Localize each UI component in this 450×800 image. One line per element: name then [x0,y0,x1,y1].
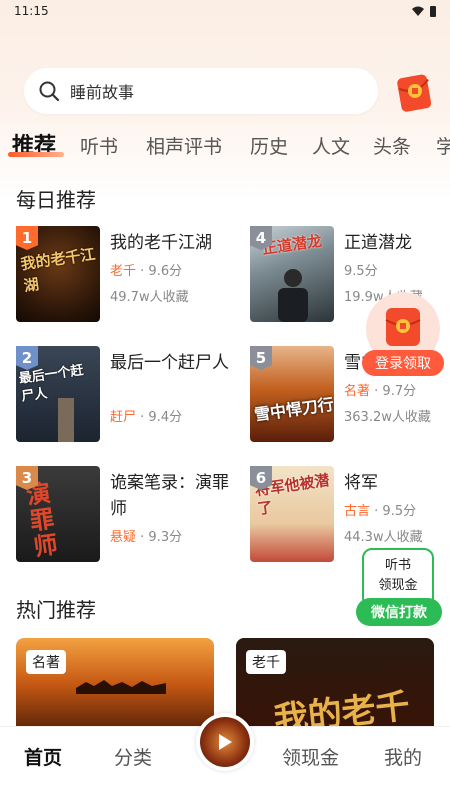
rank-number: 2 [21,349,33,367]
nav-home[interactable]: 首页 [24,743,62,770]
book-favorites: 44.3w人收藏 [344,530,423,545]
book-score: 9.3分 [148,530,183,545]
hot-recommend-title: 热门推荐 [16,598,96,622]
red-packet-icon[interactable] [395,72,435,112]
rank-badge: 4 [250,226,272,250]
book-score: 9.6分 [148,264,183,279]
mini-player[interactable] [196,713,254,771]
book-meta: 古言 · 9.5分 [344,504,417,519]
nav-category[interactable]: 分类 [114,743,152,770]
hot-card-tag: 名著 [26,650,66,674]
rank-badge: 3 [16,466,38,490]
search-icon [39,81,60,102]
rank-number: 6 [255,469,267,487]
hot-card-tag: 老千 [246,650,286,674]
book-title: 将军 [344,473,378,493]
horses-silhouette [76,680,166,694]
book-tag: 老千 [110,264,137,279]
book-favorites: 363.2w人收藏 [344,410,431,425]
book-meta: 名著 · 9.7分 [344,384,417,399]
wechat-line2: 领现金 [378,578,418,593]
rank-badge: 6 [250,466,272,490]
cover-title: 演罪师 [24,477,60,562]
red-packet-icon [385,308,421,346]
cover-title: 我的老千江湖 [19,245,97,296]
tab-crosstalk[interactable]: 相声评书 [146,132,222,159]
rank-number: 1 [21,229,33,247]
status-icons [412,5,436,17]
rank-number: 4 [255,229,267,247]
wifi-icon [412,6,424,16]
rank-badge: 1 [16,226,38,250]
hot-card[interactable]: 名著 [16,638,214,738]
hot-card[interactable]: 我的老千江湖 老千 [236,638,434,738]
login-claim-label: 登录领取 [362,350,444,376]
active-tab-indicator [8,152,64,157]
nav-earn-cash[interactable]: 领现金 [282,743,339,770]
book-title: 我的老千江湖 [110,233,212,253]
book-meta: 9.5分 [344,260,378,279]
play-icon [219,734,232,750]
wechat-cash-float[interactable]: 听书 领现金 微信打款 [356,548,442,628]
search-placeholder: 睡前故事 [70,83,135,102]
book-tag: 名著 [344,384,371,399]
wechat-line1: 听书 [384,558,411,573]
book-score: 9.4分 [148,410,183,425]
book-item[interactable]: 我的老千江湖 1 我的老千江湖 老千 · 9.6分 49.7w人收藏 [16,226,236,326]
book-tag: 赶尸 [110,410,137,425]
cover-title: 雪中悍刀行 [252,394,334,425]
login-redpack-float[interactable]: 登录领取 [362,292,444,382]
book-favorites: 49.7w人收藏 [110,290,189,305]
cover-figure [58,398,74,442]
tab-headlines[interactable]: 头条 [373,132,411,159]
book-meta: 赶尸 · 9.4分 [110,410,183,425]
book-item[interactable]: 最后一个赶尸人 2 最后一个赶尸人 赶尸 · 9.4分 [16,346,236,446]
rank-number: 3 [21,469,33,487]
book-title: 正道潜龙 [344,233,412,253]
bottom-nav: 首页 分类 领现金 我的 [0,713,450,800]
rank-number: 5 [255,349,267,367]
book-title: 最后一个赶尸人 [110,353,229,373]
rank-badge: 5 [250,346,272,370]
tab-study[interactable]: 学 [436,132,450,159]
book-tag: 悬疑 [110,530,137,545]
nav-mine[interactable]: 我的 [384,743,422,770]
book-meta: 老千 · 9.6分 [110,264,183,279]
book-score: 9.5分 [382,504,417,519]
status-time: 11:15 [14,4,49,18]
status-bar: 11:15 [0,0,450,22]
book-title: 诡案笔录：演罪师 [110,473,229,519]
category-tabs: 推荐 听书 相声评书 历史 人文 头条 学 [0,128,450,168]
book-score: 9.5分 [344,264,378,279]
book-score: 9.7分 [382,384,417,399]
cover-figure [278,269,308,322]
wechat-pay-button[interactable]: 微信打款 [356,598,442,626]
search-bar[interactable]: 睡前故事 [24,68,378,114]
daily-recommend-title: 每日推荐 [16,188,96,212]
battery-icon [430,5,436,17]
tab-audiobook[interactable]: 听书 [80,132,118,159]
tab-humanities[interactable]: 人文 [312,132,350,159]
tab-history[interactable]: 历史 [250,132,288,159]
book-tag: 古言 [344,504,371,519]
book-meta: 悬疑 · 9.3分 [110,530,183,545]
player-disc [200,717,250,767]
book-item[interactable]: 演罪师 3 诡案笔录：演罪师 悬疑 · 9.3分 [16,466,236,566]
rank-badge: 2 [16,346,38,370]
